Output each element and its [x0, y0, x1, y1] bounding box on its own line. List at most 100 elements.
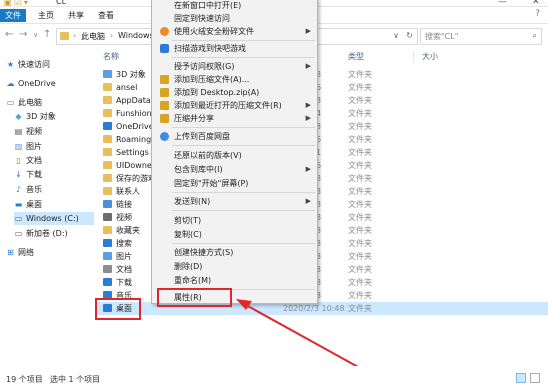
menu-item-shred[interactable]: 使用火绒安全粉碎文件 ▶	[152, 25, 317, 38]
menu-separator	[172, 210, 315, 211]
nav-item-onedrive[interactable]: ☁ OneDrive	[6, 77, 101, 90]
download-icon	[103, 278, 112, 286]
submenu-arrow-icon: ▶	[305, 101, 311, 109]
menu-item-add-recent-archive[interactable]: 添加到最近打开的压缩文件(R) ▶	[152, 99, 317, 112]
address-bar[interactable]: › 此电脑 › Windows	[56, 28, 154, 45]
menu-item-label: 固定到"开始"屏幕(P)	[174, 179, 249, 188]
menu-item-open-new-window[interactable]: 在新窗口中打开(E)	[152, 0, 317, 12]
menu-item-label: 上传到百度网盘	[174, 132, 230, 141]
menu-item-label: 授予访问权限(G)	[174, 62, 235, 71]
menu-separator	[172, 243, 315, 244]
nav-item-label: 文档	[26, 156, 42, 165]
search-input[interactable]: 搜索"CL" ⌕	[420, 28, 542, 45]
forward-arrow-icon[interactable]: →	[19, 29, 27, 40]
menu-item-cut[interactable]: 剪切(T)	[152, 214, 317, 227]
nav-item-quick-access[interactable]: ★ 快速访问	[6, 58, 101, 71]
menu-item-upload-baidu[interactable]: 上传到百度网盘	[152, 130, 317, 143]
file-type: 文件夹	[348, 161, 372, 170]
archive-icon	[160, 114, 169, 123]
navigation-pane: ★ 快速访问 ☁ OneDrive ▭ 此电脑 ◆ 3D 对象 ▤ 视频 ▨ 图片 ▯ 文档 …	[0, 50, 95, 366]
tab-home[interactable]: 主页	[38, 9, 54, 22]
quick-access-toolbar-icons[interactable]: ▣ ☑ ▾	[4, 0, 28, 7]
menu-item-delete[interactable]: 删除(D)	[152, 260, 317, 273]
game-icon	[160, 44, 169, 53]
column-separator[interactable]	[413, 52, 414, 62]
menu-item-label: 在新窗口中打开(E)	[174, 1, 242, 10]
menu-item-copy[interactable]: 复制(C)	[152, 228, 317, 241]
menu-item-send-to[interactable]: 发送到(N) ▶	[152, 195, 317, 208]
menu-item-restore-versions[interactable]: 还原以前的版本(V)	[152, 149, 317, 162]
menu-item-create-shortcut[interactable]: 创建快捷方式(S)	[152, 246, 317, 259]
menu-item-add-archive[interactable]: 添加到压缩文件(A)...	[152, 73, 317, 86]
nav-item-this-pc[interactable]: ▭ 此电脑	[6, 96, 101, 109]
breadcrumb-windows[interactable]: Windows	[118, 31, 154, 40]
nav-item-label: 快速访问	[18, 60, 50, 69]
video-icon: ▤	[14, 127, 23, 136]
nav-item-drive-c[interactable]: ▭ Windows (C:)	[14, 212, 94, 225]
column-header-type[interactable]: 类型	[348, 50, 364, 64]
close-button[interactable]: ✕	[532, 0, 540, 7]
recent-locations-chevron-icon[interactable]: ∨	[33, 31, 38, 39]
file-name: 搜索	[116, 239, 132, 248]
minimize-button[interactable]: —	[498, 0, 507, 7]
up-arrow-icon[interactable]: ↑	[43, 29, 51, 40]
large-icons-view-icon[interactable]	[530, 373, 540, 383]
menu-item-pin-start[interactable]: 固定到"开始"屏幕(P)	[152, 177, 317, 190]
archive-icon	[160, 101, 169, 110]
tab-view[interactable]: 查看	[98, 9, 114, 22]
back-arrow-icon[interactable]: ←	[5, 29, 13, 40]
file-name: UIDowner	[116, 161, 156, 170]
folder-icon	[103, 83, 112, 91]
cube-icon: ◆	[15, 112, 22, 121]
file-type: 文件夹	[348, 70, 372, 79]
folder-icon	[103, 70, 112, 78]
link-icon	[103, 200, 112, 208]
picture-icon	[103, 252, 112, 260]
menu-item-scan-games[interactable]: 扫描游戏到快吧游戏	[152, 42, 317, 55]
address-bar-right[interactable]: ∨ ↻	[318, 28, 418, 45]
menu-item-pin-quick-access[interactable]: 固定到快速访问	[152, 12, 317, 25]
nav-item-label: Windows (C:)	[26, 214, 79, 223]
menu-item-rename[interactable]: 重命名(M)	[152, 274, 317, 287]
file-name: Roaming	[116, 135, 152, 144]
menu-item-label: 添加到 Desktop.zip(A)	[174, 88, 260, 97]
column-header-name[interactable]: 名称	[103, 50, 119, 64]
window-title: CL	[56, 0, 67, 6]
file-name: Settings	[116, 148, 149, 157]
nav-item-label: OneDrive	[18, 79, 56, 88]
nav-item-label: 视频	[26, 127, 42, 136]
file-type: 文件夹	[348, 109, 372, 118]
menu-item-label: 复制(C)	[174, 230, 202, 239]
refresh-icon[interactable]: ↻	[406, 31, 413, 40]
status-bar: 19 个项目 选中 1 个项目	[0, 366, 548, 388]
menu-separator	[172, 145, 315, 146]
menu-item-compress-share[interactable]: 压缩并分享 ▶	[152, 112, 317, 125]
menu-item-label: 固定到快速访问	[174, 14, 230, 23]
menu-item-label: 添加到压缩文件(A)...	[174, 75, 250, 84]
file-name: OneDrive	[116, 122, 154, 131]
menu-item-grant-access[interactable]: 授予访问权限(G) ▶	[152, 60, 317, 73]
favorites-icon	[103, 226, 112, 234]
submenu-arrow-icon: ▶	[305, 27, 311, 35]
shield-icon	[160, 27, 169, 36]
nav-item-network[interactable]: ⊞ 网络	[6, 246, 101, 259]
menu-item-add-zip[interactable]: 添加到 Desktop.zip(A)	[152, 86, 317, 99]
help-icon[interactable]: ?	[535, 9, 540, 19]
menu-item-include-library[interactable]: 包含到库中(I) ▶	[152, 163, 317, 176]
file-type: 文件夹	[348, 174, 372, 183]
details-view-icon[interactable]	[516, 373, 526, 383]
column-header-size[interactable]: 大小	[422, 50, 438, 64]
tab-share[interactable]: 共享	[68, 9, 84, 22]
tab-file[interactable]: 文件	[0, 9, 26, 22]
address-dropdown-chevron-icon[interactable]: ∨	[393, 31, 399, 40]
file-type: 文件夹	[348, 148, 372, 157]
menu-separator	[172, 127, 315, 128]
cloud-icon	[103, 122, 112, 130]
folder-icon	[103, 135, 112, 143]
document-icon: ▯	[16, 156, 21, 165]
nav-item-label: 图片	[26, 142, 42, 151]
breadcrumb-this-pc[interactable]: 此电脑	[81, 31, 105, 42]
folder-icon	[103, 96, 112, 104]
menu-item-label: 还原以前的版本(V)	[174, 151, 242, 160]
file-name: 收藏夹	[116, 226, 140, 235]
